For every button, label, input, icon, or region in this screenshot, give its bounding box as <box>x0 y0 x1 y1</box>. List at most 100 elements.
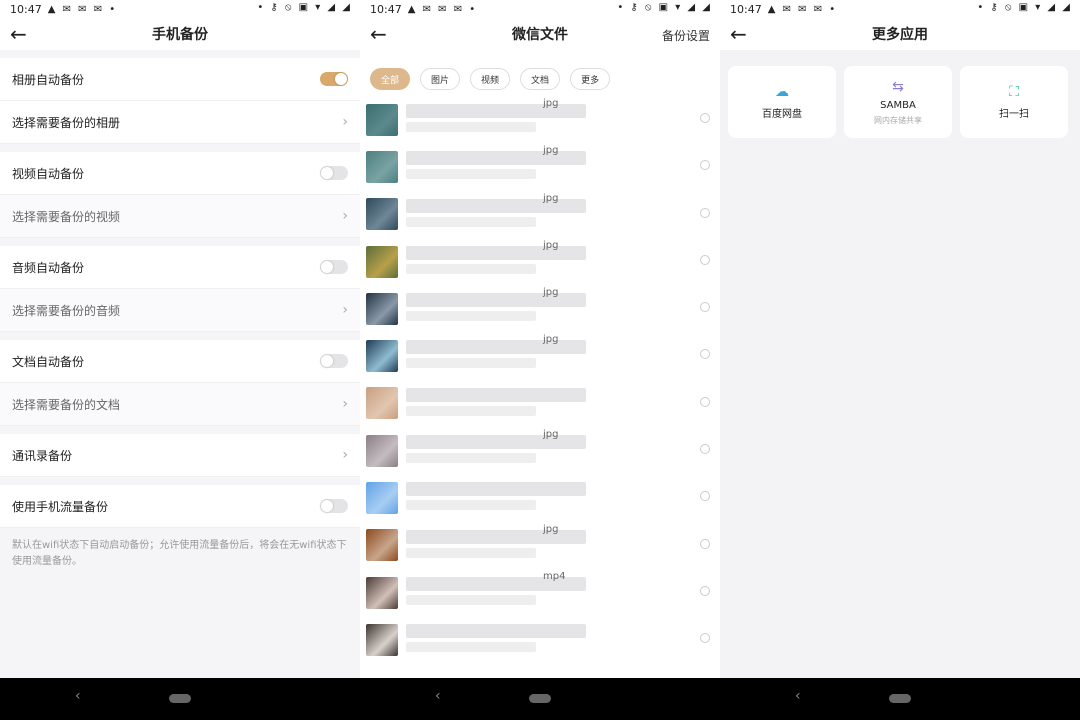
file-item[interactable]: jpg <box>360 522 720 569</box>
chip-images[interactable]: 图片 <box>420 68 461 90</box>
file-item[interactable] <box>360 380 720 427</box>
file-name-blurred <box>406 340 586 355</box>
status-bar: 10:47 ▲ ✉ ✉ ✉ • • ⚷ ⦸ ▣ ▾ ◢ ◢ <box>720 0 1080 18</box>
file-thumbnail <box>366 340 398 373</box>
notification-icons: ▲ ✉ ✉ ✉ • <box>47 3 118 15</box>
row-doc-select[interactable]: 选择需要备份的文档 › <box>0 383 360 426</box>
row-video-select[interactable]: 选择需要备份的视频 › <box>0 195 360 238</box>
chip-videos[interactable]: 视频 <box>470 68 511 90</box>
title-bar: ← 更多应用 <box>720 18 1080 50</box>
row-mobile-data: 使用手机流量备份 <box>0 485 360 528</box>
file-meta-blurred <box>406 500 536 511</box>
select-radio[interactable] <box>700 113 710 123</box>
chip-docs[interactable]: 文档 <box>520 68 561 90</box>
select-radio[interactable] <box>700 207 710 218</box>
card-baidu-pan[interactable]: ☁ 百度网盘 <box>728 66 836 138</box>
file-thumbnail <box>366 576 398 609</box>
back-arrow-icon[interactable]: ← <box>730 22 747 46</box>
select-radio[interactable] <box>700 585 710 596</box>
nav-home-button[interactable] <box>169 694 191 703</box>
photo-group: 相册自动备份 选择需要备份的相册 › <box>0 58 360 144</box>
card-label: SAMBA <box>880 99 916 111</box>
file-thumbnail <box>366 482 398 515</box>
label-video-auto: 视频自动备份 <box>12 166 85 181</box>
file-meta-blurred <box>406 122 536 132</box>
select-radio[interactable] <box>700 254 710 265</box>
card-scan[interactable]: ⛶ 扫一扫 <box>960 66 1068 138</box>
file-extension: jpg <box>543 98 559 109</box>
transfer-arrows-icon: ⇆ <box>892 78 904 95</box>
audio-group: 音频自动备份 选择需要备份的音频 › <box>0 246 360 332</box>
select-radio[interactable] <box>700 538 710 549</box>
select-radio[interactable] <box>700 160 710 171</box>
label-video-select: 选择需要备份的视频 <box>12 209 121 224</box>
nav-back-icon[interactable]: ‹ <box>435 688 441 704</box>
label-audio-auto: 音频自动备份 <box>12 260 85 275</box>
select-radio[interactable] <box>700 633 710 644</box>
back-arrow-icon[interactable]: ← <box>370 22 387 46</box>
nav-home-button[interactable] <box>529 694 551 703</box>
file-extension: jpg <box>543 334 559 346</box>
file-thumbnail <box>366 623 398 656</box>
nav-back-icon[interactable]: ‹ <box>75 688 81 704</box>
system-icons: • ⚷ ⦸ ▣ ▾ ◢ ◢ <box>617 2 712 13</box>
file-meta-blurred <box>406 358 536 369</box>
file-extension: jpg <box>543 192 559 204</box>
file-item[interactable]: jpg <box>360 238 720 285</box>
filter-chips: 全部 图片 视频 文档 更多 <box>360 50 720 96</box>
file-name-blurred <box>406 387 586 402</box>
backup-settings-button[interactable]: 备份设置 <box>662 27 710 44</box>
chip-more[interactable]: 更多 <box>570 68 611 90</box>
file-item[interactable]: jpg <box>360 143 720 190</box>
title-bar: ← 微信文件 备份设置 <box>360 18 720 50</box>
mobile-data-note: 默认在wifi状态下自动启动备份；允许使用流量备份后，将会在无wifi状态下使用… <box>0 528 360 580</box>
file-item[interactable]: jpg <box>360 191 720 238</box>
row-contacts[interactable]: 通讯录备份 › <box>0 434 360 477</box>
select-radio[interactable] <box>700 349 710 360</box>
file-item[interactable] <box>360 616 720 663</box>
chevron-right-icon: › <box>342 302 348 318</box>
file-name-blurred <box>406 198 586 213</box>
file-item[interactable]: jpg <box>360 332 720 379</box>
file-item[interactable]: jpg <box>360 285 720 332</box>
toggle-video-auto[interactable] <box>320 166 348 180</box>
file-thumbnail <box>366 198 398 231</box>
select-radio[interactable] <box>700 396 710 407</box>
toggle-knob <box>335 73 347 85</box>
back-arrow-icon[interactable]: ← <box>10 22 27 46</box>
card-samba[interactable]: ⇆ SAMBA 网内存储共享 <box>844 66 952 138</box>
file-item[interactable]: jpg <box>360 96 720 143</box>
chevron-right-icon: › <box>342 208 348 224</box>
select-radio[interactable] <box>700 444 710 455</box>
select-radio[interactable] <box>700 302 710 313</box>
row-video-auto: 视频自动备份 <box>0 152 360 195</box>
chip-all[interactable]: 全部 <box>370 68 411 90</box>
row-photo-select[interactable]: 选择需要备份的相册 › <box>0 101 360 144</box>
chevron-right-icon: › <box>342 447 348 463</box>
app-cards: ☁ 百度网盘 ⇆ SAMBA 网内存储共享 ⛶ 扫一扫 <box>720 50 1080 154</box>
file-thumbnail <box>366 103 398 136</box>
toggle-mobile-data[interactable] <box>320 499 348 513</box>
file-meta-blurred <box>406 594 536 605</box>
file-list: jpg jpg jpg jpg jpg jpg jpg jpg mp4 <box>360 96 720 664</box>
file-item[interactable] <box>360 474 720 521</box>
toggle-doc-auto[interactable] <box>320 354 348 368</box>
file-item[interactable]: jpg <box>360 427 720 474</box>
label-doc-select: 选择需要备份的文档 <box>12 397 121 412</box>
file-thumbnail <box>366 434 398 467</box>
file-name-blurred <box>406 293 586 308</box>
file-meta-blurred <box>406 642 536 653</box>
row-audio-select[interactable]: 选择需要备份的音频 › <box>0 289 360 332</box>
status-time: 10:47 <box>10 2 42 16</box>
nav-home-button[interactable] <box>889 694 911 703</box>
select-radio[interactable] <box>700 491 710 502</box>
file-thumbnail <box>366 245 398 278</box>
doc-group: 文档自动备份 选择需要备份的文档 › <box>0 340 360 426</box>
file-name-blurred <box>406 624 586 639</box>
toggle-audio-auto[interactable] <box>320 260 348 274</box>
chevron-right-icon: › <box>342 114 348 130</box>
screen-more-apps: 10:47 ▲ ✉ ✉ ✉ • • ⚷ ⦸ ▣ ▾ ◢ ◢ ← 更多应用 ☁ 百… <box>720 0 1080 678</box>
toggle-photo-auto[interactable] <box>320 72 348 86</box>
file-item[interactable]: mp4 <box>360 569 720 616</box>
nav-back-icon[interactable]: ‹ <box>795 688 801 704</box>
